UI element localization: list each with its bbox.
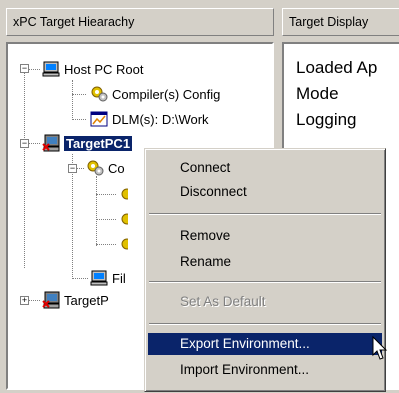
collapse-host-root-icon[interactable]: − <box>20 64 29 73</box>
tree-connector <box>72 94 86 95</box>
target-display-header: Target Display <box>282 8 399 36</box>
menu-separator <box>149 281 381 283</box>
tree-item-host-root[interactable]: Host PC Root <box>42 59 143 79</box>
tree-connector <box>28 143 40 144</box>
tree-connector <box>24 68 25 268</box>
tree-connector <box>72 119 86 120</box>
tree-connector <box>28 300 40 301</box>
tree-item-dlm[interactable]: DLM(s): D:\Work <box>90 109 209 129</box>
display-line-mode: Mode <box>296 84 339 103</box>
collapse-target1-icon[interactable]: − <box>20 139 29 148</box>
gears-icon <box>86 159 104 177</box>
menu-item-export-environment[interactable]: Export Environment... <box>148 333 382 355</box>
context-menu: Connect Disconnect Remove Rename Set As … <box>144 148 386 392</box>
tree-connector <box>96 244 116 245</box>
tree-item-targetpc2[interactable]: TargetP <box>42 290 109 310</box>
tree-item-configuration[interactable]: Co <box>86 158 125 178</box>
display-line-loaded-app: Loaded Ap <box>296 58 378 77</box>
tree-item-file-system[interactable]: Fil <box>90 268 126 288</box>
hierarchy-header-label: xPC Target Hiearachy <box>13 15 135 29</box>
menu-item-remove[interactable]: Remove <box>148 225 382 247</box>
tree-item-setting[interactable] <box>118 184 128 204</box>
menu-item-connect[interactable]: Connect <box>148 157 382 179</box>
menu-item-rename[interactable]: Rename <box>148 251 382 273</box>
mouse-pointer-icon <box>372 335 390 365</box>
target-display-header-label: Target Display <box>289 15 369 29</box>
menu-item-set-as-default[interactable]: Set As Default <box>148 291 382 313</box>
tree-connector <box>96 194 116 195</box>
tree-item-setting[interactable] <box>118 234 128 254</box>
menu-separator <box>149 213 381 215</box>
tree-connector <box>72 80 73 120</box>
tree-connector <box>28 69 40 70</box>
tree-item-targetpc1[interactable]: TargetPC1 <box>42 133 133 153</box>
target-pc-disconnected-icon <box>42 291 60 309</box>
gears-icon <box>90 85 108 103</box>
computer-icon <box>90 269 108 287</box>
expand-target2-icon[interactable]: + <box>20 296 29 305</box>
tree-connector <box>96 176 97 246</box>
menu-item-disconnect[interactable]: Disconnect <box>148 181 382 203</box>
hierarchy-panel-header: xPC Target Hiearachy <box>6 8 274 36</box>
collapse-config-icon[interactable]: − <box>68 164 77 173</box>
tree-connector <box>96 219 116 220</box>
tree-connector <box>72 278 88 279</box>
gear-icon <box>118 210 128 228</box>
menu-separator <box>149 323 381 325</box>
tree-item-setting[interactable] <box>118 209 128 229</box>
target-pc-disconnected-icon <box>42 134 60 152</box>
graph-window-icon <box>90 110 108 128</box>
gear-icon <box>118 185 128 203</box>
display-line-logging: Logging <box>296 110 357 129</box>
tree-item-compiler-config[interactable]: Compiler(s) Config <box>90 84 220 104</box>
computer-icon <box>42 60 60 78</box>
menu-item-import-environment[interactable]: Import Environment... <box>148 359 382 381</box>
gear-icon <box>118 235 128 253</box>
